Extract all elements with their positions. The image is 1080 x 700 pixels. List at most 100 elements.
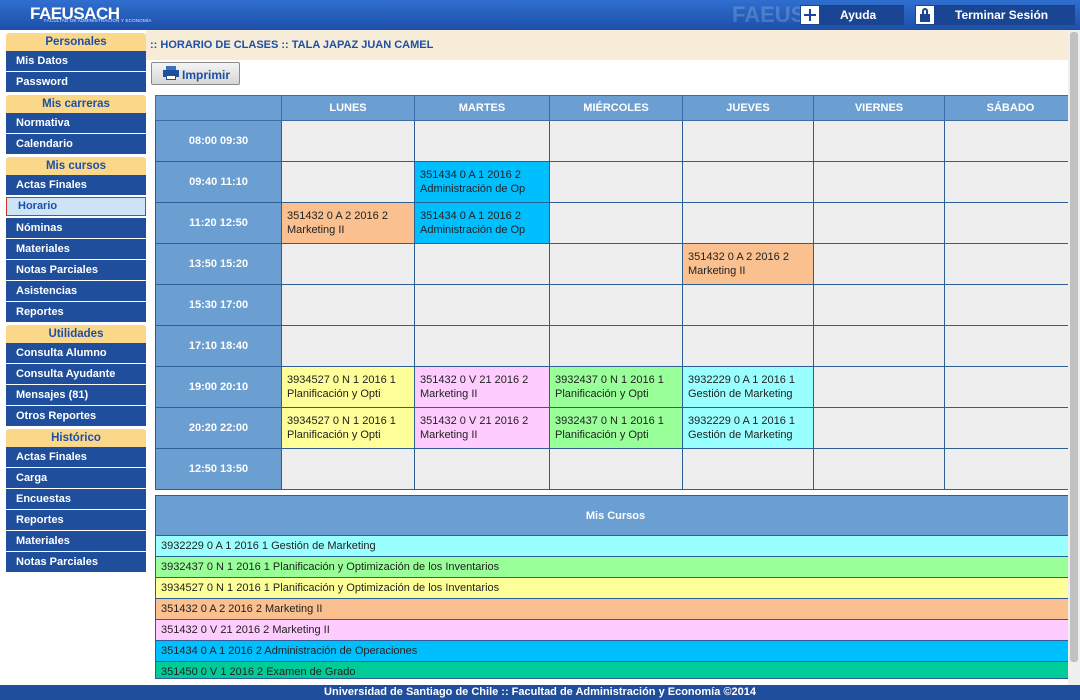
logout-label: Terminar Sesión: [955, 8, 1049, 22]
class-name: Planificación y Opti: [555, 388, 649, 400]
plus-icon: [800, 5, 820, 25]
empty-slot: [813, 243, 945, 285]
class-block[interactable]: 351434 0 A 1 2016 2 Administración de Op: [414, 202, 550, 244]
schedule-row: 11:20 12:50 351432 0 A 2 2016 2 Marketing …: [155, 202, 1077, 244]
empty-slot: [813, 407, 945, 449]
sidebar-item-carga[interactable]: Carga: [6, 468, 146, 489]
empty-slot: [813, 448, 945, 490]
sidebar-section-personales: Personales: [6, 33, 146, 51]
time-slot: 09:40 11:10: [155, 161, 282, 203]
sidebar-item-horario[interactable]: Horario: [6, 197, 146, 216]
course-list-item[interactable]: 3934527 0 N 1 2016 1 Planificación y Opt…: [156, 578, 1075, 599]
empty-slot: [682, 202, 814, 244]
class-block[interactable]: 3932437 0 N 1 2016 1 Planificación y Opti: [549, 407, 683, 449]
class-block[interactable]: 351434 0 A 1 2016 2 Administración de Op: [414, 161, 550, 203]
lock-icon: [915, 5, 935, 25]
sidebar-item-actas-finales[interactable]: Actas Finales: [6, 175, 146, 196]
class-name: Administración de Op: [420, 224, 526, 236]
schedule-row: 19:00 20:10 3934527 0 N 1 2016 1 Planifica…: [155, 366, 1077, 408]
my-courses-title: Mis Cursos: [156, 496, 1075, 536]
time-slot: 20:20 22:00: [155, 407, 282, 449]
sidebar-item-mensajes-81[interactable]: Mensajes (81): [6, 385, 146, 406]
empty-slot: [944, 120, 1077, 162]
sidebar-item-consulta-alumno[interactable]: Consulta Alumno: [6, 343, 146, 364]
class-block[interactable]: 3932437 0 N 1 2016 1 Planificación y Opti: [549, 366, 683, 408]
time-slot: 12:50 13:50: [155, 448, 282, 490]
sidebar-item-consulta-ayudante[interactable]: Consulta Ayudante: [6, 364, 146, 385]
course-list-item[interactable]: 3932229 0 A 1 2016 1 Gestión de Marketin…: [156, 536, 1075, 557]
sidebar-item-otros-reportes[interactable]: Otros Reportes: [6, 406, 146, 427]
empty-slot: [813, 325, 945, 367]
course-list-item[interactable]: 351434 0 A 1 2016 2 Administración de Op…: [156, 641, 1075, 662]
empty-slot: [944, 202, 1077, 244]
class-block[interactable]: 351432 0 A 2 2016 2 Marketing II: [281, 202, 415, 244]
schedule-row: 20:20 22:00 3934527 0 N 1 2016 1 Planifica…: [155, 407, 1077, 449]
class-code: 351434 0 A 1 2016 2: [420, 169, 521, 181]
class-code: 351434 0 A 1 2016 2: [420, 210, 521, 222]
scrollbar-thumb[interactable]: [1070, 32, 1078, 662]
print-button[interactable]: Imprimir: [151, 62, 240, 85]
class-block[interactable]: 351432 0 V 21 2016 2 Marketing II: [414, 366, 550, 408]
sidebar-item-encuestas[interactable]: Encuestas: [6, 489, 146, 510]
course-list: 3932229 0 A 1 2016 1 Gestión de Marketin…: [156, 536, 1075, 678]
empty-slot: [813, 202, 945, 244]
empty-slot: [549, 243, 683, 285]
class-block[interactable]: 351432 0 V 21 2016 2 Marketing II: [414, 407, 550, 449]
empty-slot: [414, 284, 550, 326]
sidebar-item-password[interactable]: Password: [6, 72, 146, 93]
schedule-row: 17:10 18:40: [155, 325, 1077, 367]
empty-slot: [414, 448, 550, 490]
schedule-corner-cell: [155, 95, 282, 121]
empty-slot: [813, 284, 945, 326]
sidebar-item-notas-parciales[interactable]: Notas Parciales: [6, 260, 146, 281]
schedule-row: 12:50 13:50: [155, 448, 1077, 490]
logout-button[interactable]: Terminar Sesión: [915, 5, 1075, 25]
course-list-item[interactable]: 3932437 0 N 1 2016 1 Planificación y Opt…: [156, 557, 1075, 578]
class-block[interactable]: 3934527 0 N 1 2016 1 Planificación y Opti: [281, 407, 415, 449]
course-list-item[interactable]: 351432 0 V 21 2016 2 Marketing II: [156, 620, 1075, 641]
vertical-scrollbar[interactable]: [1068, 30, 1080, 685]
course-list-item[interactable]: 351432 0 A 2 2016 2 Marketing II: [156, 599, 1075, 620]
sidebar-item-nominas[interactable]: Nóminas: [6, 218, 146, 239]
class-block[interactable]: 3934527 0 N 1 2016 1 Planificación y Opti: [281, 366, 415, 408]
sidebar-item-calendario[interactable]: Calendario: [6, 134, 146, 155]
time-slot: 13:50 15:20: [155, 243, 282, 285]
class-name: Planificación y Opti: [555, 429, 649, 441]
sidebar-section-utilidades: Utilidades: [6, 325, 146, 343]
time-slot: 15:30 17:00: [155, 284, 282, 326]
sidebar-section-mis-carreras: Mis carreras: [6, 95, 146, 113]
sidebar-item-actas-finales[interactable]: Actas Finales: [6, 447, 146, 468]
empty-slot: [281, 448, 415, 490]
sidebar-item-notas-parciales[interactable]: Notas Parciales: [6, 552, 146, 573]
class-block[interactable]: 3932229 0 A 1 2016 1 Gestión de Marketing: [682, 366, 814, 408]
empty-slot: [813, 120, 945, 162]
class-code: 3932437 0 N 1 2016 1: [555, 374, 664, 386]
sidebar-item-mis-datos[interactable]: Mis Datos: [6, 51, 146, 72]
empty-slot: [414, 120, 550, 162]
class-block[interactable]: 351432 0 A 2 2016 2 Marketing II: [682, 243, 814, 285]
footer: Universidad de Santiago de Chile :: Facu…: [0, 685, 1080, 700]
sidebar-item-reportes[interactable]: Reportes: [6, 302, 146, 323]
sidebar-item-normativa[interactable]: Normativa: [6, 113, 146, 134]
schedule-row: 09:40 11:10 351434 0 A 1 2016 2 Administra…: [155, 161, 1077, 203]
sidebar-item-reportes[interactable]: Reportes: [6, 510, 146, 531]
day-header-miercoles: MIÉRCOLES: [549, 95, 683, 121]
empty-slot: [281, 325, 415, 367]
empty-slot: [414, 243, 550, 285]
empty-slot: [944, 407, 1077, 449]
course-list-item[interactable]: 351450 0 V 1 2016 2 Examen de Grado: [156, 662, 1075, 678]
class-block[interactable]: 3932229 0 A 1 2016 1 Gestión de Marketing: [682, 407, 814, 449]
empty-slot: [682, 325, 814, 367]
empty-slot: [682, 448, 814, 490]
empty-slot: [281, 120, 415, 162]
help-button[interactable]: Ayuda: [800, 5, 904, 25]
sidebar-section-historico: Histórico: [6, 429, 146, 447]
sidebar-item-asistencias[interactable]: Asistencias: [6, 281, 146, 302]
class-name: Marketing II: [287, 224, 345, 236]
sidebar-item-materiales[interactable]: Materiales: [6, 531, 146, 552]
day-header-lunes: LUNES: [281, 95, 415, 121]
sidebar-item-materiales[interactable]: Materiales: [6, 239, 146, 260]
class-code: 3934527 0 N 1 2016 1: [287, 415, 396, 427]
class-code: 3932437 0 N 1 2016 1: [555, 415, 664, 427]
time-slot: 11:20 12:50: [155, 202, 282, 244]
